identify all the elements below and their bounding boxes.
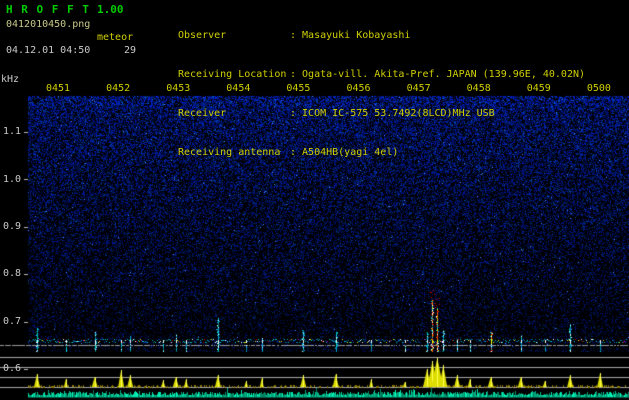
info-value: : Ogata-vill. Akita-Pref. JAPAN (139.96E… <box>290 69 586 80</box>
freq-tick: 0.6 <box>3 363 22 374</box>
time-tick: 0453 <box>166 83 191 94</box>
time-tick: 0457 <box>406 83 431 94</box>
info-label: Receiving Location <box>178 69 287 80</box>
info-value: : A504HB(yagi 4el) <box>290 147 399 158</box>
info-value: : Masayuki Kobayashi <box>290 30 411 41</box>
info-row-observer: Observer : Masayuki Kobayashi <box>178 29 628 42</box>
freq-tick: 1.0 <box>3 174 22 185</box>
echo-count: 29 <box>124 45 137 56</box>
info-label: Receiver <box>178 108 227 119</box>
info-label: Observer <box>178 30 227 41</box>
mode-label: meteor <box>97 32 134 43</box>
time-tick: 0456 <box>346 83 371 94</box>
time-axis: 0451 0452 0453 0454 0455 0456 0457 0458 … <box>28 83 629 94</box>
freq-tick: 0.9 <box>3 221 22 232</box>
time-tick: 0459 <box>526 83 551 94</box>
info-row-location: Receiving Location: Ogata-vill. Akita-Pr… <box>178 68 628 81</box>
info-row-antenna: Receiving antenna : A504HB(yagi 4el) <box>178 146 628 159</box>
time-tick: 0454 <box>226 83 251 94</box>
freq-tick: 0.7 <box>3 316 22 327</box>
freq-axis: 1.1 1.0 0.9 0.8 0.7 0.6 <box>0 0 39 374</box>
time-tick: 0455 <box>286 83 311 94</box>
time-tick: 0452 <box>106 83 131 94</box>
app-version: 1.00 <box>97 3 124 16</box>
info-row-receiver: Receiver : ICOM IC-575 53.7492(8LCD)MHz U… <box>178 107 628 120</box>
station-info: Observer : Masayuki Kobayashi Receiving L… <box>178 3 628 185</box>
info-value: : ICOM IC-575 53.7492(8LCD)MHz USB <box>290 108 495 119</box>
time-tick: 0500 <box>586 83 611 94</box>
info-label: Receiving antenna <box>178 147 281 158</box>
time-tick: 0458 <box>466 83 491 94</box>
freq-tick: 1.1 <box>3 126 22 137</box>
hrofft-window: H R O F F T 1.00 0412010450.png meteor 0… <box>0 0 629 400</box>
freq-tick: 0.8 <box>3 268 22 279</box>
